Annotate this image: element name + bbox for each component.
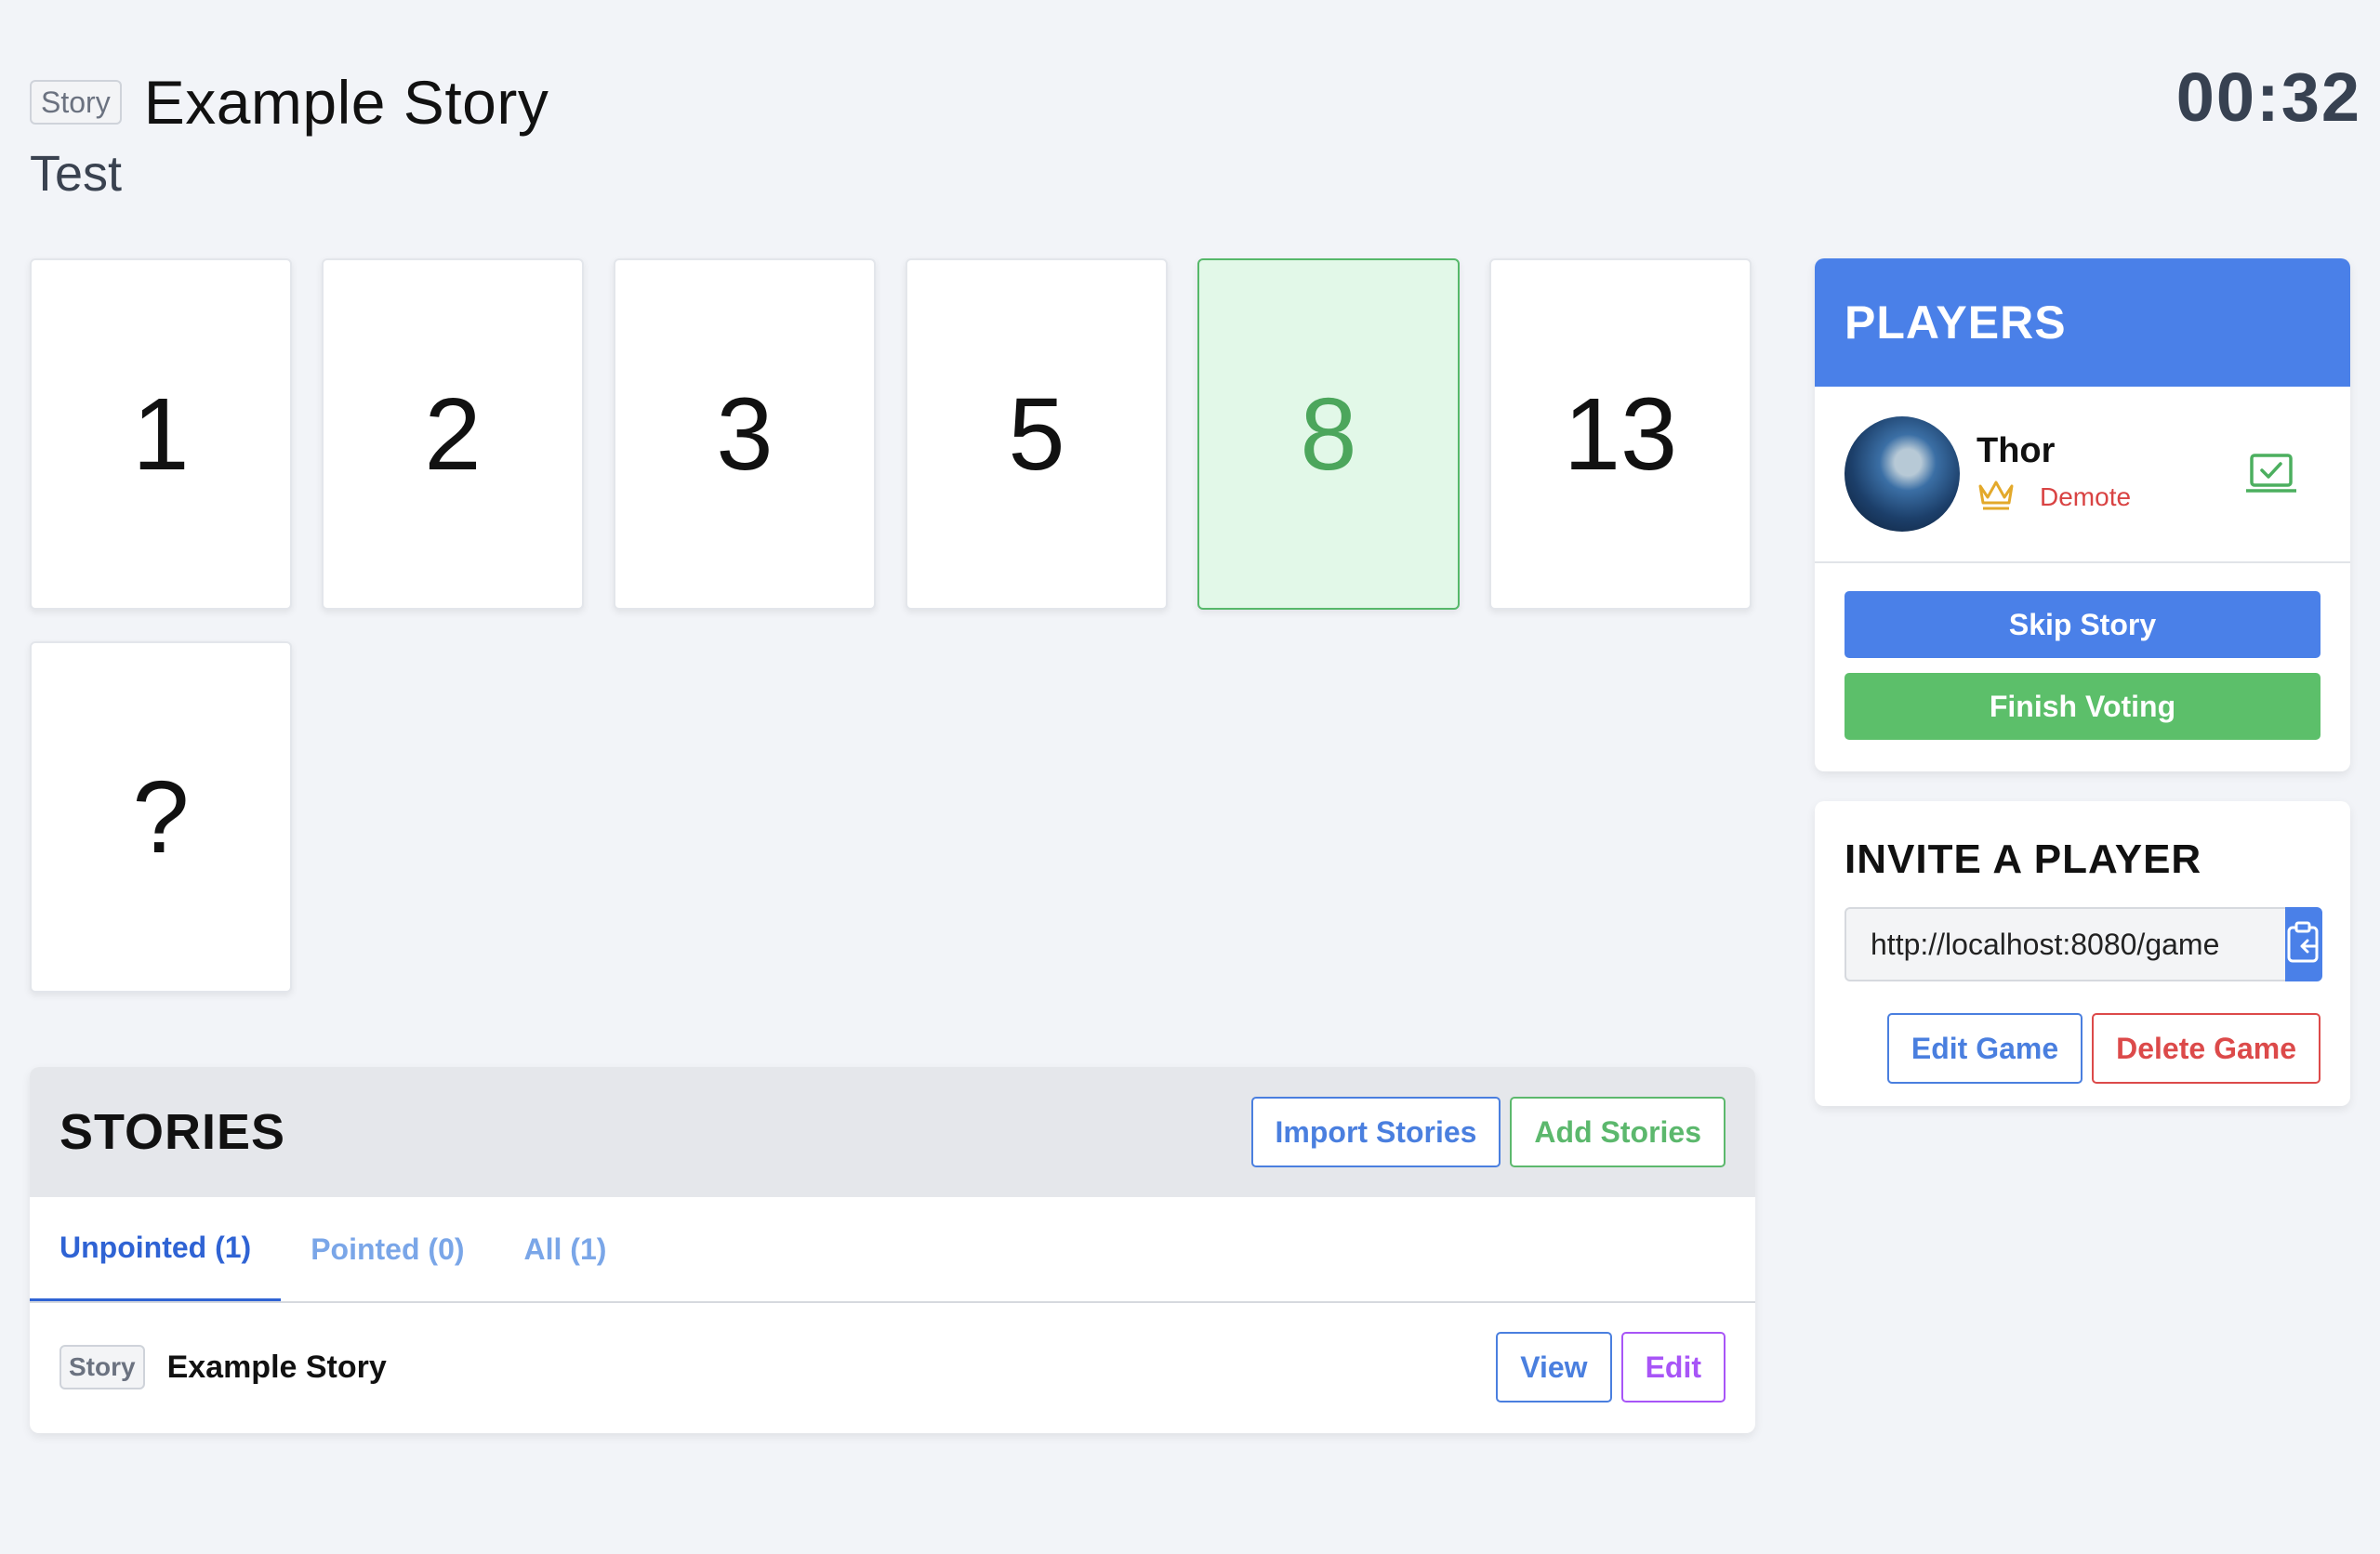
tab-pointed[interactable]: Pointed (0) <box>281 1197 494 1301</box>
add-stories-button[interactable]: Add Stories <box>1510 1097 1726 1167</box>
story-row-info: Story Example Story <box>60 1345 387 1389</box>
player-name: Thor <box>1977 431 2056 470</box>
stories-header: STORIES Import Stories Add Stories <box>30 1067 1755 1197</box>
tab-all[interactable]: All (1) <box>495 1197 637 1301</box>
stories-tabs: Unpointed (1) Pointed (0) All (1) <box>30 1197 1755 1303</box>
delete-game-button[interactable]: Delete Game <box>2092 1013 2320 1084</box>
players-title: PLAYERS <box>1815 258 2350 387</box>
invite-link-input[interactable] <box>1844 907 2285 981</box>
vote-timer: 00:32 <box>2175 59 2361 136</box>
player-role: Demote <box>1977 477 2131 517</box>
view-story-button[interactable]: View <box>1496 1332 1612 1403</box>
point-cards: 1 2 3 5 8 13 ? <box>30 258 1757 993</box>
list-item: Story Example Story View Edit <box>30 1303 1755 1431</box>
story-row-actions: View Edit <box>1496 1332 1726 1403</box>
story-description: Test <box>30 146 123 202</box>
story-row-title: Example Story <box>166 1349 387 1385</box>
point-card[interactable]: ? <box>30 641 292 993</box>
player-actions: Skip Story Finish Voting <box>1815 563 2350 768</box>
stories-panel: STORIES Import Stories Add Stories Unpoi… <box>30 1067 1755 1433</box>
invite-title: INVITE A PLAYER <box>1844 836 2202 882</box>
story-type-badge: Story <box>60 1345 145 1389</box>
finish-voting-button[interactable]: Finish Voting <box>1844 673 2320 740</box>
import-stories-button[interactable]: Import Stories <box>1250 1097 1501 1167</box>
avatar <box>1844 416 1960 532</box>
invite-link-group <box>1844 907 2322 981</box>
player-item: Thor Demote <box>1815 387 2350 563</box>
point-card[interactable]: 13 <box>1489 258 1752 610</box>
point-card[interactable]: 5 <box>906 258 1168 610</box>
tab-unpointed[interactable]: Unpointed (1) <box>30 1197 282 1301</box>
stories-actions: Import Stories Add Stories <box>1250 1097 1726 1167</box>
point-card[interactable]: 1 <box>30 258 292 610</box>
crown-icon <box>1977 477 2016 517</box>
copy-link-button[interactable] <box>2285 907 2322 981</box>
story-header: Story Example Story <box>30 67 549 138</box>
players-panel: PLAYERS Thor Demote Skip Story Finish Vo… <box>1815 258 2350 771</box>
voted-check-icon <box>2244 452 2298 499</box>
point-card-selected[interactable]: 8 <box>1197 258 1460 610</box>
stories-title: STORIES <box>60 1104 286 1160</box>
demote-link[interactable]: Demote <box>2040 482 2131 512</box>
story-type-badge: Story <box>30 80 122 125</box>
skip-story-button[interactable]: Skip Story <box>1844 591 2320 658</box>
player-info: Thor Demote <box>1977 431 2131 517</box>
edit-game-button[interactable]: Edit Game <box>1886 1013 2083 1084</box>
point-card[interactable]: 3 <box>614 258 876 610</box>
story-title: Example Story <box>143 68 549 137</box>
clipboard-copy-icon <box>2285 921 2322 968</box>
edit-story-button[interactable]: Edit <box>1620 1332 1726 1403</box>
game-actions: Edit Game Delete Game <box>1844 1013 2320 1084</box>
invite-panel: INVITE A PLAYER Edit Game Delete Game <box>1815 801 2350 1106</box>
point-card[interactable]: 2 <box>322 258 584 610</box>
